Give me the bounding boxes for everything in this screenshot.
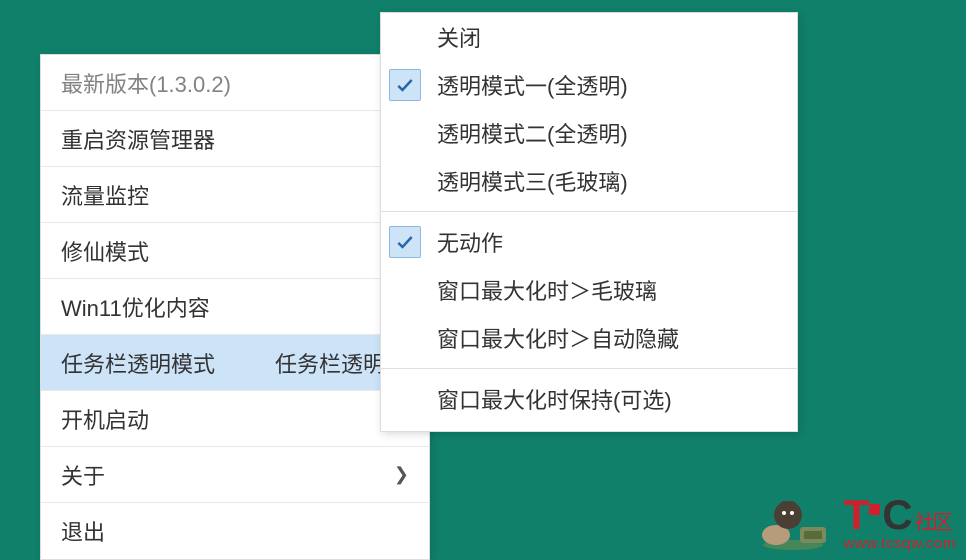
menu-item-exit[interactable]: 退出 — [41, 503, 429, 559]
menu-item-about[interactable]: 关于 ❯ — [41, 447, 429, 503]
menu-item-maximize-hide[interactable]: 窗口最大化时＞自动隐藏 — [381, 314, 797, 362]
no-action-label: 无动作 — [437, 226, 777, 258]
menu-item-mode2[interactable]: 透明模式二(全透明) — [381, 109, 797, 157]
menu-item-close[interactable]: 关闭 — [381, 13, 797, 61]
watermark-mascot-icon — [748, 487, 838, 552]
maximize-glass-label: 窗口最大化时＞毛玻璃 — [437, 274, 777, 306]
check-icon — [389, 69, 421, 101]
taskbar-transparent-label: 任务栏透明模式 — [61, 347, 275, 379]
restart-explorer-label: 重启资源管理器 — [61, 123, 409, 155]
menu-item-maximize-glass[interactable]: 窗口最大化时＞毛玻璃 — [381, 266, 797, 314]
watermark: T C 社区 www.tcsqw.com — [748, 487, 956, 552]
menu-item-restart-explorer[interactable]: 重启资源管理器 — [41, 111, 429, 167]
win11-optimize-label: Win11优化内容 — [61, 291, 409, 323]
watermark-brand: T C 社区 — [844, 491, 951, 539]
menu-item-taskbar-transparent[interactable]: 任务栏透明模式 任务栏透明模 — [41, 335, 429, 391]
watermark-text: T C 社区 www.tcsqw.com — [844, 491, 956, 552]
maximize-hide-label: 窗口最大化时＞自动隐藏 — [437, 322, 777, 354]
version-label: 最新版本(1.3.0.2) — [61, 67, 409, 99]
about-label: 关于 — [61, 459, 386, 491]
menu-item-version: 最新版本(1.3.0.2) — [41, 55, 429, 111]
traffic-monitor-label: 流量监控 — [61, 179, 386, 211]
check-icon — [389, 226, 421, 258]
brand-cn: 社区 — [915, 506, 951, 535]
mode3-label: 透明模式三(毛玻璃) — [437, 165, 777, 197]
menu-item-mode1[interactable]: 透明模式一(全透明) — [381, 61, 797, 109]
brand-c: C — [882, 491, 910, 539]
exit-label: 退出 — [61, 515, 409, 547]
menu-item-win11-optimize[interactable]: Win11优化内容 — [41, 279, 429, 335]
menu-item-xiuxian-mode[interactable]: 修仙模式 ❯ — [41, 223, 429, 279]
mode2-label: 透明模式二(全透明) — [437, 117, 777, 149]
submenu-transparent-modes: 关闭 透明模式一(全透明) 透明模式二(全透明) 透明模式三(毛玻璃) 无动作 … — [380, 12, 798, 432]
maximize-keep-label: 窗口最大化时保持(可选) — [437, 383, 777, 415]
menu-item-startup[interactable]: 开机启动 — [41, 391, 429, 447]
menu-item-traffic-monitor[interactable]: 流量监控 ❯ — [41, 167, 429, 223]
brand-t: T — [844, 491, 868, 539]
main-context-menu: 最新版本(1.3.0.2) 重启资源管理器 流量监控 ❯ 修仙模式 ❯ Win1… — [40, 54, 430, 560]
brand-square-icon — [869, 504, 880, 515]
close-label: 关闭 — [437, 21, 777, 53]
startup-label: 开机启动 — [61, 403, 409, 435]
menu-item-maximize-keep[interactable]: 窗口最大化时保持(可选) — [381, 375, 797, 423]
menu-item-mode3[interactable]: 透明模式三(毛玻璃) — [381, 157, 797, 205]
watermark-url: www.tcsqw.com — [844, 535, 956, 552]
mode1-label: 透明模式一(全透明) — [437, 69, 777, 101]
menu-separator — [381, 211, 797, 212]
chevron-right-icon: ❯ — [394, 464, 409, 485]
xiuxian-mode-label: 修仙模式 — [61, 235, 386, 267]
menu-item-no-action[interactable]: 无动作 — [381, 218, 797, 266]
menu-separator — [381, 368, 797, 369]
